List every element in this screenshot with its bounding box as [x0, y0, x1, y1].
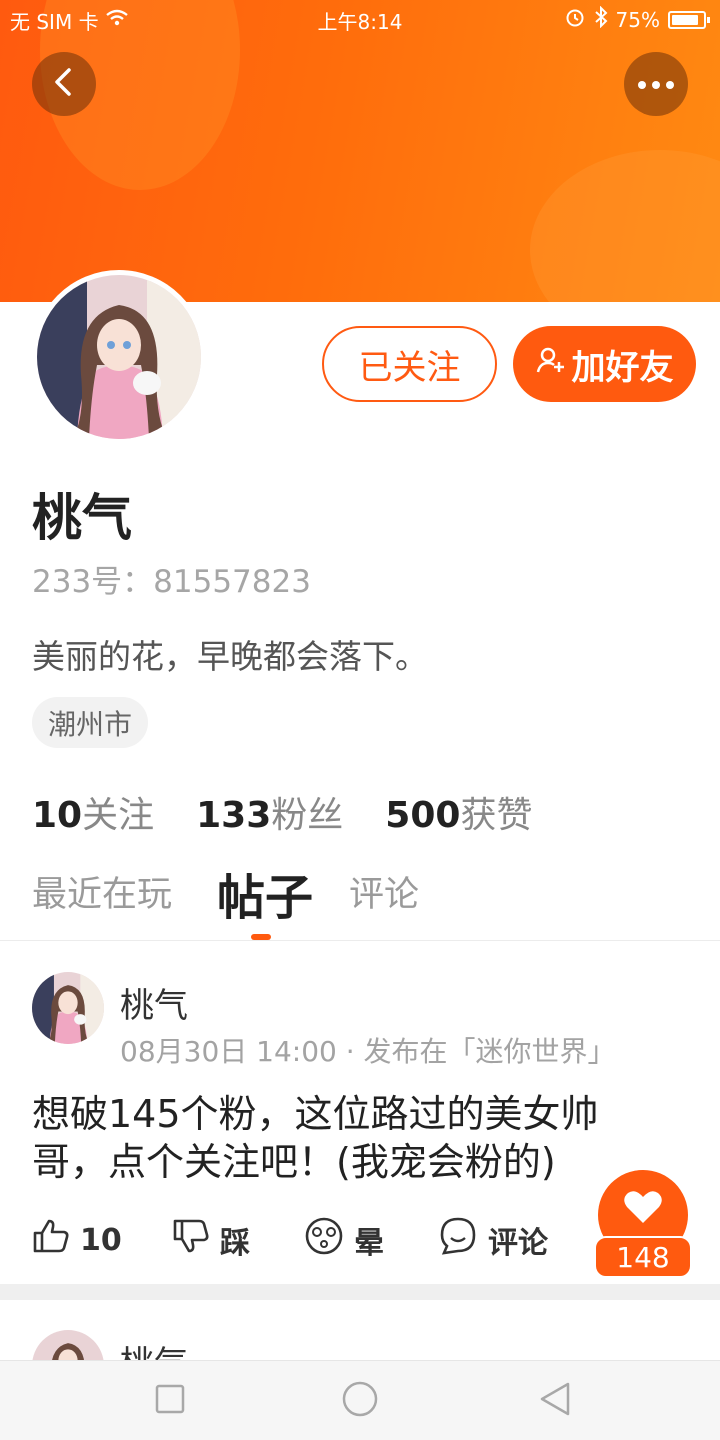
comment-icon	[438, 1216, 478, 1264]
thumbs-down-icon	[172, 1217, 210, 1263]
post-actions: 10 踩 晕 评论	[32, 1214, 592, 1266]
dizzy-face-icon	[304, 1216, 344, 1264]
stat-label: 粉丝	[271, 795, 344, 836]
avatar-image	[32, 972, 104, 1044]
add-friend-label: 加好友	[571, 347, 674, 388]
followed-button[interactable]: 已关注	[322, 326, 497, 402]
profile-bio: 美丽的花，早晚都会落下。	[32, 637, 428, 676]
stat-value: 133	[196, 795, 272, 836]
square-icon	[155, 1384, 185, 1418]
dislike-label: 踩	[220, 1226, 250, 1261]
home-button[interactable]	[340, 1381, 380, 1421]
post-author-avatar[interactable]	[32, 972, 104, 1044]
tab-recently-played[interactable]: 最近在玩	[32, 866, 172, 917]
post-separator	[0, 1284, 720, 1300]
stat-likes[interactable]: 500获赞	[385, 786, 532, 838]
system-nav-bar	[0, 1360, 720, 1440]
dizzy-label: 晕	[354, 1226, 384, 1261]
post-author-name[interactable]: 桃气	[120, 978, 188, 1027]
like-button[interactable]: 10	[32, 1214, 122, 1266]
profile-name: 桃气	[32, 489, 132, 547]
stat-label: 关注	[82, 795, 155, 836]
comment-label: 评论	[488, 1226, 548, 1261]
circle-icon	[341, 1380, 379, 1422]
banner-decoration	[530, 150, 720, 302]
battery-icon	[668, 10, 710, 29]
clock-text: 上午8:14	[317, 10, 403, 34]
heart-count-badge: 148	[594, 1236, 692, 1278]
alarm-icon	[564, 6, 586, 33]
status-bar: 无 SIM 卡 上午8:14 75%	[0, 0, 720, 40]
stat-value: 10	[32, 795, 83, 836]
heart-icon	[623, 1189, 663, 1229]
bluetooth-icon	[594, 5, 608, 33]
profile-id: 233号：81557823	[32, 564, 311, 600]
tab-posts[interactable]: 帖子	[217, 858, 313, 928]
location-text: 潮州市	[48, 707, 133, 741]
tab-comments[interactable]: 评论	[349, 866, 419, 917]
add-user-icon	[536, 344, 566, 384]
divider	[0, 940, 720, 941]
like-count: 10	[80, 1222, 122, 1258]
avatar-image	[37, 275, 201, 439]
dizzy-button[interactable]: 晕	[304, 1214, 384, 1266]
post-content[interactable]: 想破145个粉，这位路过的美女帅哥，点个关注吧！(我宠会粉的)	[32, 1090, 672, 1186]
comment-button[interactable]: 评论	[438, 1214, 548, 1266]
location-badge: 潮州市	[32, 697, 149, 748]
followed-label: 已关注	[358, 347, 461, 388]
profile-stats: 10关注 133粉丝 500获赞	[32, 786, 532, 838]
dislike-button[interactable]: 踩	[172, 1214, 250, 1266]
stat-fans[interactable]: 133粉丝	[196, 786, 343, 838]
add-friend-button[interactable]: 加好友	[513, 326, 696, 402]
profile-banner	[0, 0, 720, 302]
battery-percent: 75%	[615, 7, 660, 32]
stat-label: 获赞	[460, 795, 533, 836]
recent-apps-button[interactable]	[150, 1381, 190, 1421]
more-button[interactable]	[624, 52, 688, 116]
profile-avatar[interactable]	[32, 270, 206, 444]
back-nav-button[interactable]	[535, 1381, 575, 1421]
triangle-back-icon	[538, 1381, 572, 1421]
more-dots-icon	[636, 75, 676, 94]
profile-tabs: 最近在玩 帖子 评论	[32, 866, 688, 940]
back-button[interactable]	[32, 52, 96, 116]
stat-value: 500	[385, 795, 461, 836]
stat-following[interactable]: 10关注	[32, 786, 154, 838]
post-meta: 08月30日 14:00 · 发布在「迷你世界」	[120, 1035, 616, 1068]
thumbs-up-icon	[32, 1217, 70, 1263]
chevron-left-icon	[51, 66, 77, 102]
